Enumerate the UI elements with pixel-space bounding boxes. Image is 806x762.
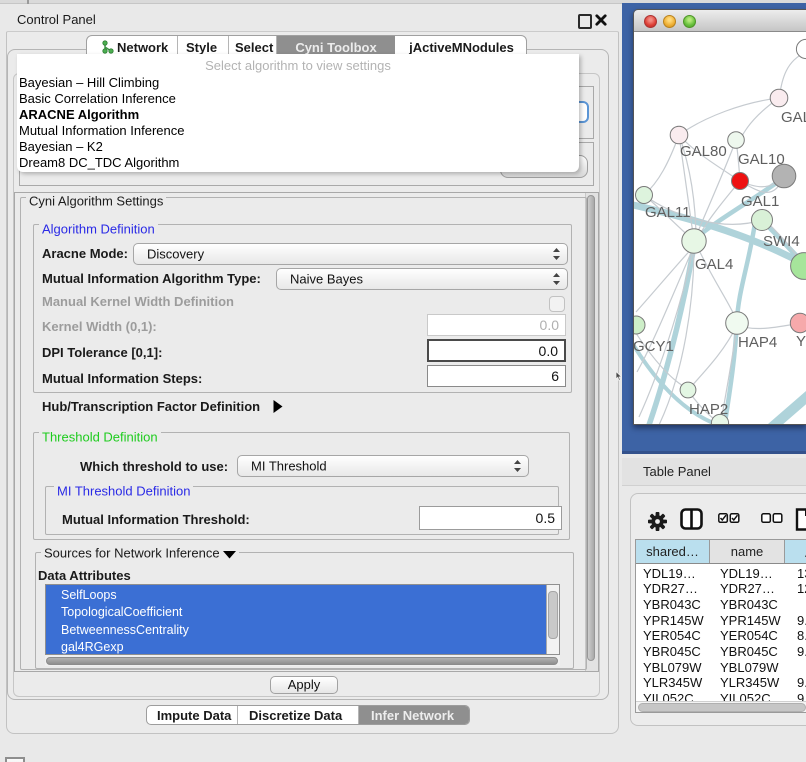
svg-text:GAL4: GAL4 <box>695 256 733 273</box>
svg-text:HAP2: HAP2 <box>689 401 728 418</box>
svg-text:Y: Y <box>796 333 806 350</box>
svg-text:GAL11: GAL11 <box>645 204 691 221</box>
svg-text:GAL1: GAL1 <box>741 193 779 210</box>
svg-text:GAL10: GAL10 <box>738 151 785 168</box>
svg-text:SWI4: SWI4 <box>763 233 800 250</box>
svg-text:GAL: GAL <box>781 109 806 126</box>
svg-text:GCY1: GCY1 <box>634 338 674 355</box>
svg-text:GAL80: GAL80 <box>680 143 727 160</box>
svg-text:HAP4: HAP4 <box>738 334 777 351</box>
